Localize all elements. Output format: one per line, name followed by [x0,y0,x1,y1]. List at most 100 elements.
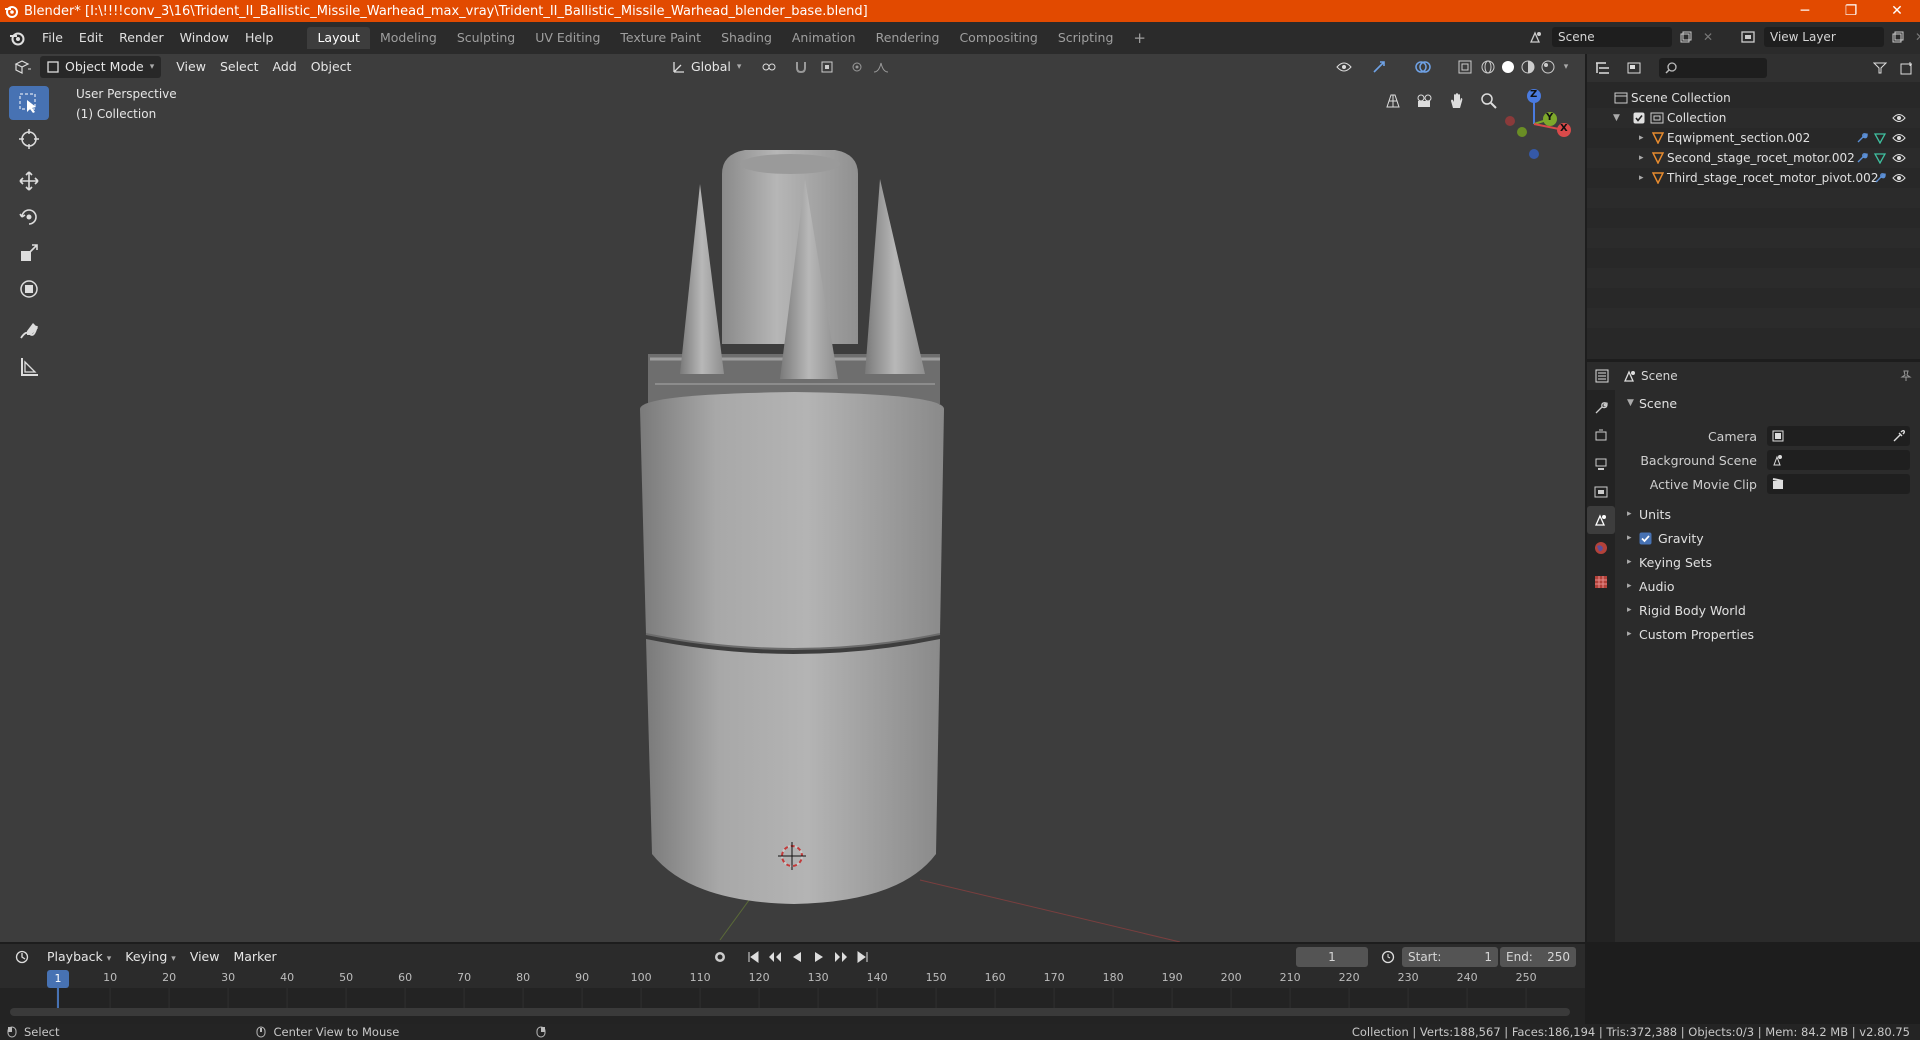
filter-icon[interactable] [1866,62,1894,74]
proportional-editing-icon[interactable] [848,56,866,78]
timeline-editor-icon[interactable] [6,950,40,964]
texture-tab-icon[interactable] [1587,568,1615,596]
background-scene-field[interactable] [1767,450,1910,470]
display-mode-icon[interactable] [1619,61,1651,75]
modifier-wrench-icon[interactable] [1856,152,1868,164]
transform-tool[interactable] [9,272,49,306]
menu-object[interactable]: Object [304,56,359,78]
menu-file[interactable]: File [34,27,71,49]
xray-toggle-icon[interactable] [1454,56,1476,78]
render-tab-icon[interactable] [1587,422,1615,450]
scene-selector-icon[interactable] [1524,30,1548,44]
move-tool[interactable] [9,164,49,198]
scene-panel-header[interactable]: ▼ Scene [1617,390,1920,416]
menu-select[interactable]: Select [213,56,266,78]
tree-row-object[interactable]: ▸ Eqwipment_section.002 [1587,128,1920,148]
keying-sets-section[interactable]: ▸ Keying Sets [1617,550,1920,574]
current-frame-field[interactable]: 1 [1296,947,1368,967]
expand-triangle-icon[interactable]: ▸ [1639,133,1649,143]
snap-icon[interactable] [790,56,812,78]
tab-scripting[interactable]: Scripting [1048,27,1124,49]
eyedropper-icon[interactable] [1893,430,1905,442]
scene-name-field[interactable]: Scene [1552,27,1672,47]
pin-icon[interactable] [1892,370,1920,382]
mesh-data-icon[interactable] [1874,152,1886,164]
playhead[interactable]: 1 [47,970,69,988]
menu-playback[interactable]: Playback ▾ [40,946,118,968]
expand-triangle-icon[interactable]: ▸ [1639,173,1649,183]
preview-range-clock-icon[interactable] [1378,947,1398,967]
tool-tab-icon[interactable] [1587,394,1615,422]
outliner-search-input[interactable] [1659,58,1767,78]
tab-rendering[interactable]: Rendering [866,27,950,49]
remove-scene-icon[interactable]: ✕ [1700,30,1716,44]
eye-icon[interactable] [1892,113,1906,123]
gizmo-toggle-icon[interactable] [1364,56,1394,78]
tab-compositing[interactable]: Compositing [949,27,1047,49]
modifier-wrench-icon[interactable] [1856,132,1868,144]
prev-keyframe-icon[interactable] [766,947,784,967]
view-layer-field[interactable]: View Layer [1764,27,1884,47]
jump-start-icon[interactable] [744,947,762,967]
eye-icon[interactable] [1892,133,1906,143]
expand-triangle-icon[interactable]: ▼ [1613,113,1625,123]
tab-uv-editing[interactable]: UV Editing [525,27,610,49]
menu-timeline-view[interactable]: View [183,946,227,968]
annotate-tool[interactable] [9,314,49,348]
outliner-editor-icon[interactable] [1587,61,1619,75]
material-preview-icon[interactable] [1518,56,1538,78]
new-scene-icon[interactable] [1676,31,1696,43]
new-collection-icon[interactable] [1894,61,1920,75]
restore-button[interactable]: ❐ [1828,0,1874,22]
play-reverse-icon[interactable] [788,947,806,967]
eye-icon[interactable] [1892,173,1906,183]
units-section[interactable]: ▸ Units [1617,502,1920,526]
navigation-gizmo[interactable]: Z Y X [1494,84,1574,164]
play-icon[interactable] [810,947,828,967]
custom-properties-section[interactable]: ▸ Custom Properties [1617,622,1920,646]
overlays-toggle-icon[interactable] [1408,56,1438,78]
expand-triangle-icon[interactable]: ▸ [1639,153,1649,163]
menu-marker[interactable]: Marker [226,946,283,968]
menu-render[interactable]: Render [111,27,172,49]
pan-hand-icon[interactable] [1444,88,1470,114]
camera-field[interactable] [1767,426,1910,446]
menu-add[interactable]: Add [266,56,304,78]
view-layer-tab-icon[interactable] [1587,478,1615,506]
remove-view-layer-icon[interactable]: ✕ [1912,30,1920,44]
visibility-selectability-icon[interactable] [1330,56,1358,78]
gravity-checkbox[interactable] [1639,532,1652,545]
rotate-tool[interactable] [9,200,49,234]
wireframe-shading-icon[interactable] [1478,56,1498,78]
transform-orientation-dropdown[interactable]: Global ▾ [666,56,748,78]
jump-end-icon[interactable] [854,947,872,967]
menu-window[interactable]: Window [172,27,237,49]
tab-texture-paint[interactable]: Texture Paint [610,27,711,49]
world-tab-icon[interactable] [1587,534,1615,562]
scale-tool[interactable] [9,236,49,270]
tab-layout[interactable]: Layout [307,27,370,49]
active-movie-clip-field[interactable] [1767,474,1910,494]
tab-shading[interactable]: Shading [711,27,782,49]
add-workspace-button[interactable]: + [1123,27,1156,49]
next-keyframe-icon[interactable] [832,947,850,967]
output-tab-icon[interactable] [1587,450,1615,478]
close-button[interactable]: ✕ [1874,0,1920,22]
new-view-layer-icon[interactable] [1888,31,1908,43]
pivot-point-icon[interactable] [756,56,782,78]
select-box-tool[interactable] [9,86,49,120]
menu-help[interactable]: Help [237,27,282,49]
menu-view[interactable]: View [169,56,213,78]
tree-row-object[interactable]: ▸ Third_stage_rocet_motor_pivot.002 [1587,168,1920,188]
rendered-shading-icon[interactable] [1538,56,1558,78]
snap-target-icon[interactable] [814,56,840,78]
tab-modeling[interactable]: Modeling [370,27,447,49]
view-layer-selector-icon[interactable] [1736,30,1760,44]
scene-tab-icon[interactable] [1587,506,1615,534]
gravity-section[interactable]: ▸ Gravity [1617,526,1920,550]
shading-options-chevron-icon[interactable]: ▾ [1558,56,1574,78]
audio-section[interactable]: ▸ Audio [1617,574,1920,598]
tree-row-collection[interactable]: ▼ Collection [1587,108,1920,128]
menu-edit[interactable]: Edit [71,27,111,49]
properties-editor-icon[interactable] [1587,369,1619,383]
